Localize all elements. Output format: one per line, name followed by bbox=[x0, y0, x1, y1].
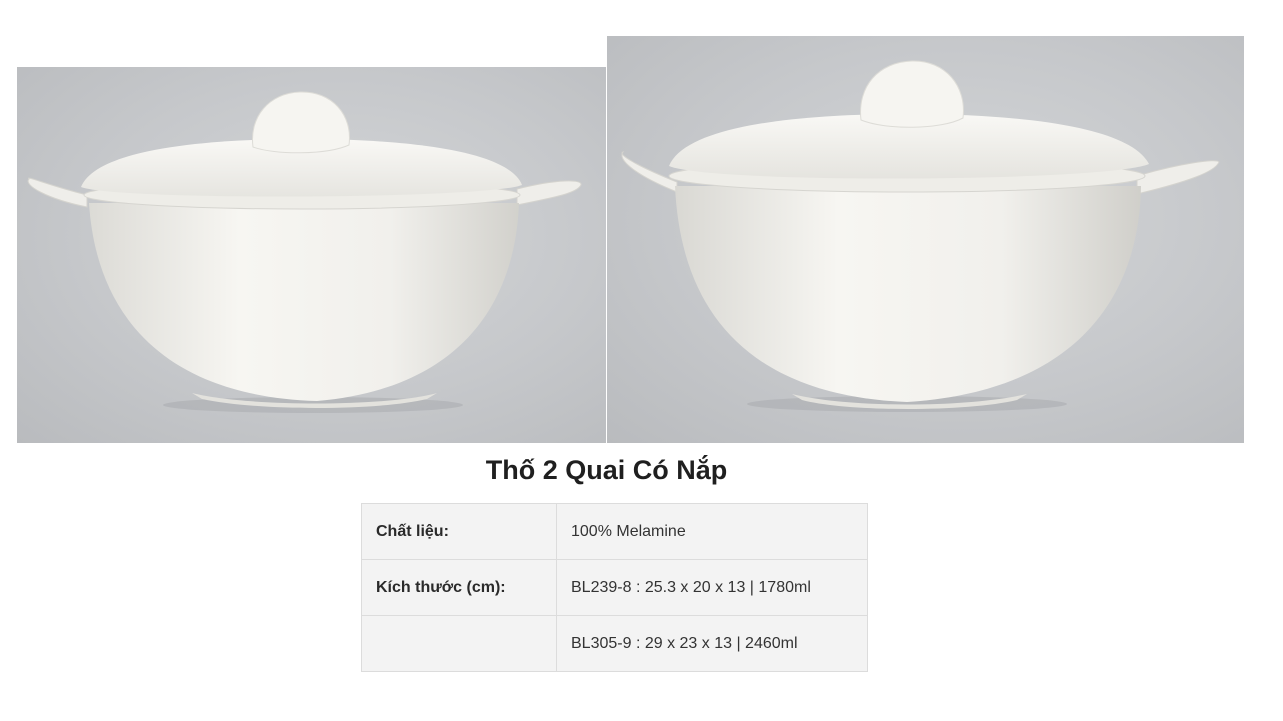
table-row: Kích thước (cm): BL239-8 : 25.3 x 20 x 1… bbox=[361, 559, 868, 616]
spec-label: Chất liệu: bbox=[361, 503, 557, 560]
spec-value: BL239-8 : 25.3 x 20 x 13 | 1780ml bbox=[556, 559, 868, 616]
table-row: BL305-9 : 29 x 23 x 13 | 2460ml bbox=[361, 615, 868, 672]
spec-table: Chất liệu: 100% Melamine Kích thước (cm)… bbox=[361, 503, 868, 672]
spec-label: Kích thước (cm): bbox=[361, 559, 557, 616]
lidded-bowl-illustration bbox=[621, 60, 1220, 412]
product-photo-large bbox=[607, 36, 1244, 443]
product-photo-small bbox=[17, 67, 606, 443]
lidded-bowl-illustration bbox=[27, 91, 582, 413]
spec-value: 100% Melamine bbox=[556, 503, 868, 560]
spec-label bbox=[361, 615, 557, 672]
table-row: Chất liệu: 100% Melamine bbox=[361, 503, 868, 560]
spec-value: BL305-9 : 29 x 23 x 13 | 2460ml bbox=[556, 615, 868, 672]
product-title: Thố 2 Quai Có Nắp bbox=[485, 455, 728, 485]
